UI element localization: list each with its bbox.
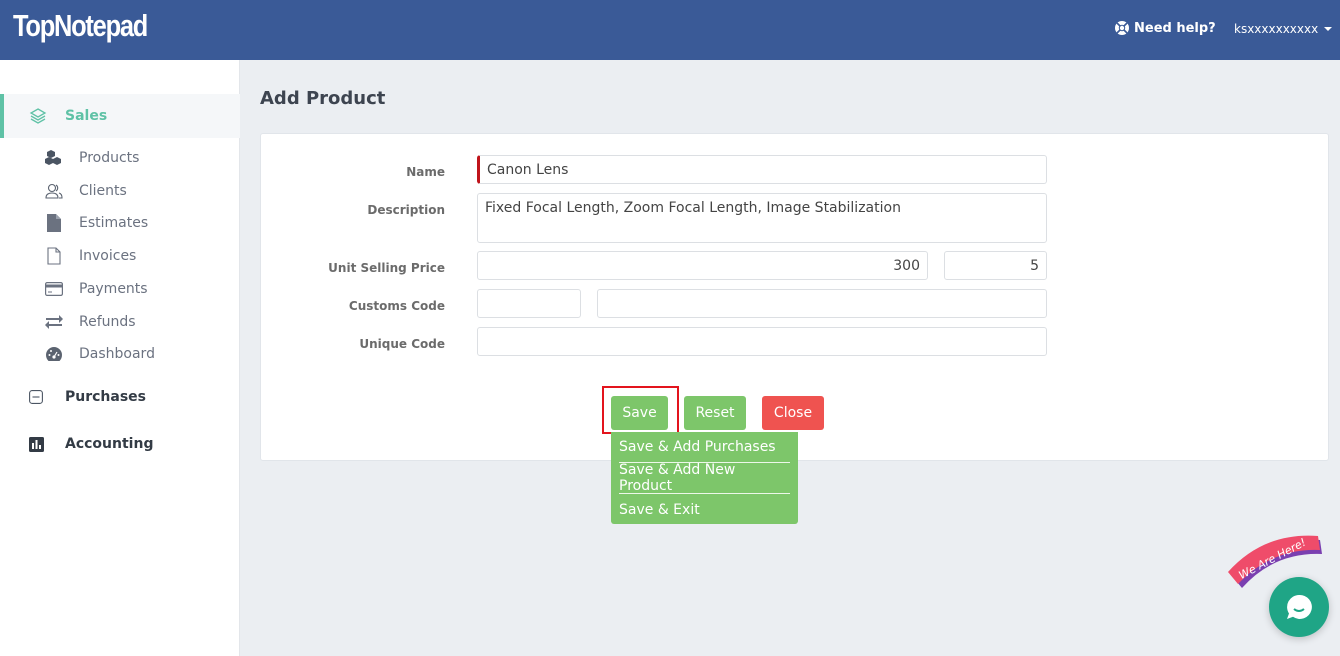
customs-code-label: Customs Code [348, 299, 445, 313]
name-label: Name [406, 165, 445, 179]
sidebar-item-label: Dashboard [79, 346, 155, 362]
file-filled-icon [44, 213, 64, 233]
sidebar: Sales Products Clients Estimates Invoice… [0, 60, 240, 656]
sidebar-item-label: Accounting [65, 436, 154, 452]
save-button-highlight [602, 386, 679, 434]
sidebar-item-purchases[interactable]: Purchases [0, 381, 240, 413]
credit-card-icon [44, 279, 64, 299]
cubes-icon [44, 148, 64, 168]
exchange-icon [44, 312, 64, 332]
sidebar-item-label: Purchases [65, 389, 147, 405]
unique-code-input[interactable] [477, 327, 1047, 356]
close-button[interactable]: Close [762, 396, 824, 430]
caret-down-icon [1324, 27, 1333, 31]
sidebar-item-label: Estimates [79, 215, 149, 231]
unit-quantity-input[interactable]: 5 [944, 251, 1047, 280]
top-navbar: TopNotepad Need help? ksxxxxxxxxxx [0, 0, 1340, 60]
app-logo[interactable]: TopNotepad [13, 8, 148, 44]
sidebar-item-label: Sales [65, 108, 108, 124]
sidebar-item-label: Products [79, 150, 140, 166]
unit-selling-price-input[interactable]: 300 [477, 251, 928, 280]
description-label: Description [367, 203, 445, 217]
sidebar-item-label: Invoices [79, 248, 137, 264]
sidebar-item-refunds[interactable]: Refunds [0, 306, 240, 338]
dashboard-gauge-icon [44, 344, 64, 364]
sidebar-item-estimates[interactable]: Estimates [0, 207, 240, 239]
name-input[interactable]: Canon Lens [477, 155, 1047, 184]
sidebar-item-label: Payments [79, 281, 148, 297]
bar-chart-icon [27, 435, 45, 453]
page-title: Add Product [260, 88, 386, 109]
lifebuoy-icon [1115, 21, 1129, 35]
sidebar-item-payments[interactable]: Payments [0, 273, 240, 305]
save-options-menu: Save & Add Purchases Save & Add New Prod… [611, 432, 798, 524]
sidebar-item-label: Clients [79, 183, 127, 199]
sidebar-item-clients[interactable]: Clients [0, 175, 240, 207]
chat-launcher-button[interactable] [1269, 577, 1329, 637]
unique-code-label: Unique Code [359, 337, 445, 351]
sidebar-item-label: Refunds [79, 314, 136, 330]
need-help-link[interactable]: Need help? [1114, 20, 1216, 36]
user-menu[interactable]: ksxxxxxxxxxx [1234, 22, 1333, 36]
reset-button[interactable]: Reset [684, 396, 746, 430]
unit-selling-price-label: Unit Selling Price [328, 261, 445, 275]
need-help-label: Need help? [1134, 20, 1216, 36]
users-icon [44, 181, 64, 201]
menu-item-save-add-purchases[interactable]: Save & Add Purchases [619, 432, 790, 463]
chat-bubble-icon [1287, 594, 1312, 619]
menu-item-save-add-new-product[interactable]: Save & Add New Product [619, 462, 790, 494]
minus-square-icon [27, 388, 45, 406]
sidebar-item-dashboard[interactable]: Dashboard [0, 338, 240, 370]
layers-icon [29, 108, 47, 124]
sidebar-item-sales[interactable]: Sales [0, 94, 240, 138]
menu-item-save-exit[interactable]: Save & Exit [619, 494, 790, 525]
user-name: ksxxxxxxxxxx [1234, 22, 1319, 36]
sidebar-item-invoices[interactable]: Invoices [0, 240, 240, 272]
customs-code-description-input[interactable] [597, 289, 1047, 318]
customs-code-input[interactable] [477, 289, 581, 318]
description-textarea[interactable]: Fixed Focal Length, Zoom Focal Length, I… [477, 193, 1047, 243]
sidebar-item-products[interactable]: Products [0, 142, 240, 174]
sidebar-item-accounting[interactable]: Accounting [0, 428, 240, 460]
file-outline-icon [44, 246, 64, 266]
add-product-form: Name Canon Lens Description Fixed Focal … [260, 133, 1329, 461]
